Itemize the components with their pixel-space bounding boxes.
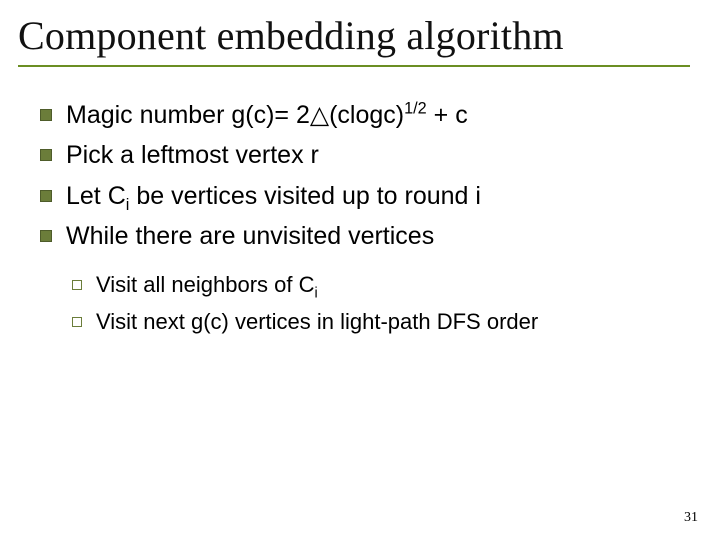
bullet-text: Magic number g(c)= 2 xyxy=(66,101,310,129)
title-underline: Component embedding algorithm xyxy=(18,12,690,67)
slide: Component embedding algorithm Magic numb… xyxy=(0,0,720,540)
bullet-item: Magic number g(c)= 2△(clogc)1/2 + c xyxy=(36,97,690,133)
slide-title: Component embedding algorithm xyxy=(18,12,690,59)
bullet-item: While there are unvisited vertices xyxy=(36,218,690,254)
subscript: i xyxy=(315,285,318,301)
bullet-item: Pick a leftmost vertex r xyxy=(36,137,690,173)
sub-bullet-item: Visit next g(c) vertices in light-path D… xyxy=(68,305,690,338)
bullet-list: Magic number g(c)= 2△(clogc)1/2 + c Pick… xyxy=(36,97,690,254)
sub-bullet-text: Visit next g(c) vertices in light-path D… xyxy=(96,309,538,334)
page-number: 31 xyxy=(684,510,698,526)
bullet-text: Pick a leftmost vertex r xyxy=(66,141,319,169)
delta-symbol: △ xyxy=(310,101,329,129)
superscript: 1/2 xyxy=(404,100,427,118)
bullet-item: Let Ci be vertices visited up to round i xyxy=(36,178,690,214)
bullet-text: Let C xyxy=(66,182,126,210)
sub-bullet-list: Visit all neighbors of Ci Visit next g(c… xyxy=(68,268,690,338)
bullet-text: + c xyxy=(427,101,468,129)
sub-bullet-text: Visit all neighbors of C xyxy=(96,272,315,297)
sub-bullet-item: Visit all neighbors of Ci xyxy=(68,268,690,301)
bullet-text: be vertices visited up to round i xyxy=(129,182,481,210)
bullet-text: (clogc) xyxy=(329,101,404,129)
bullet-text: While there are unvisited vertices xyxy=(66,222,434,250)
